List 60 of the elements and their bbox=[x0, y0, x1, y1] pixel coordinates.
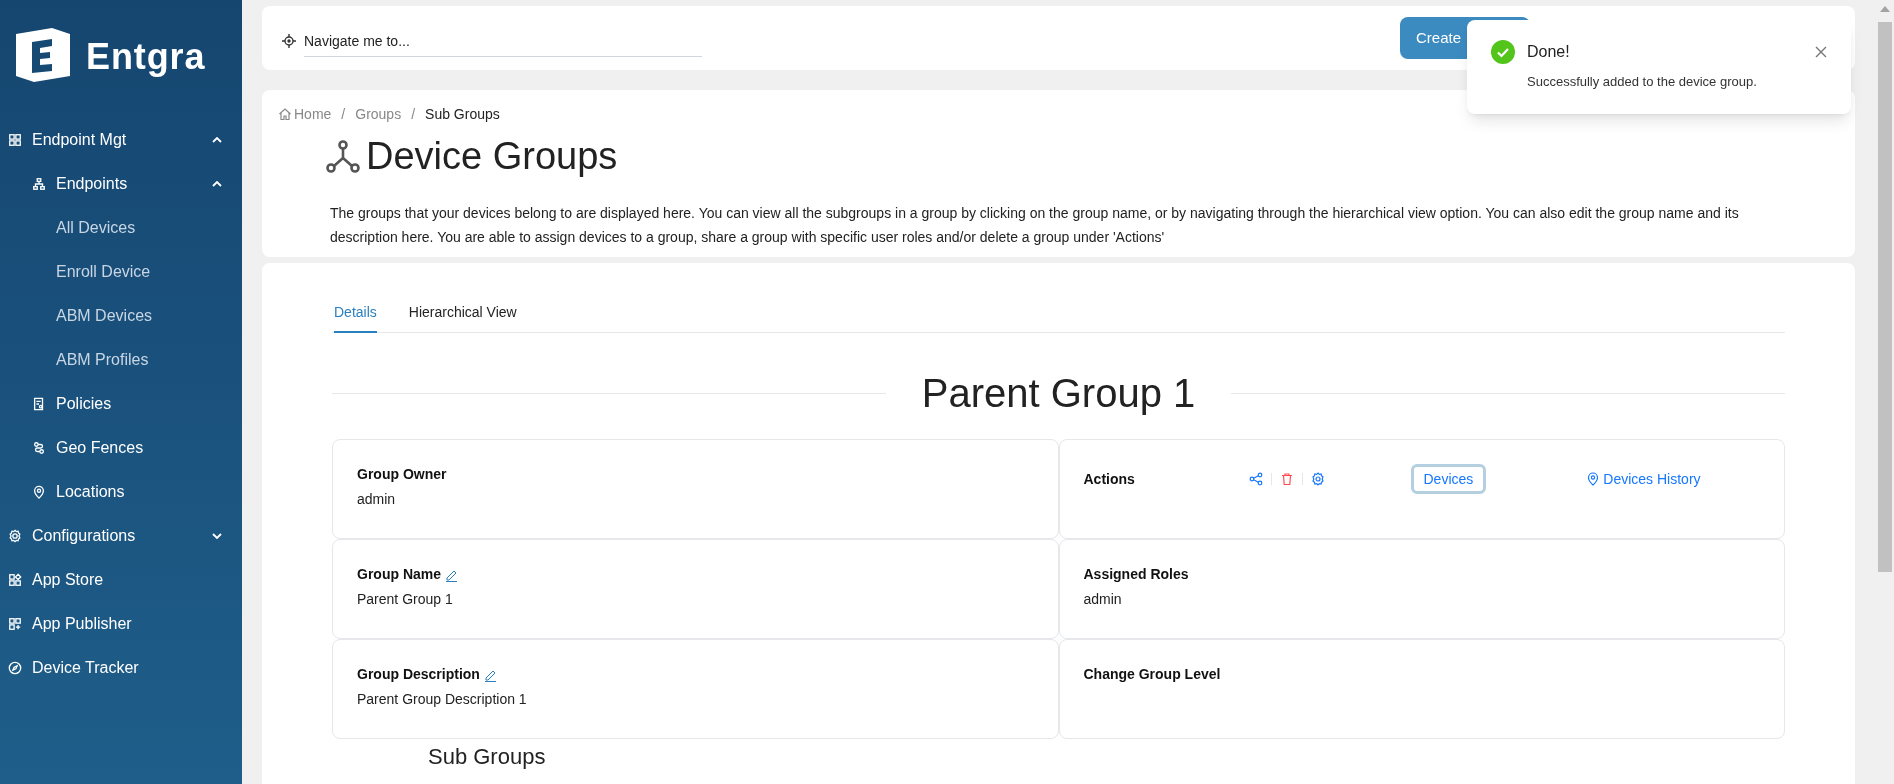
tab[interactable]: Details bbox=[334, 293, 377, 333]
sidebar-item[interactable]: ABM Devices bbox=[0, 294, 242, 338]
detail-value: admin bbox=[1083, 590, 1123, 609]
detail-label: Group Owner bbox=[357, 465, 447, 484]
sidebar-item[interactable]: ABM Profiles bbox=[0, 338, 242, 382]
location-pin-icon bbox=[1587, 472, 1600, 486]
navigate-field[interactable]: Navigate me to... bbox=[304, 25, 702, 57]
sidebar-item[interactable]: App Store bbox=[0, 558, 242, 602]
document-icon bbox=[32, 397, 46, 411]
crosshair-icon bbox=[282, 34, 296, 48]
brand-name: Entgra bbox=[86, 35, 206, 79]
home-icon bbox=[278, 107, 292, 121]
hub-icon bbox=[326, 139, 360, 174]
route-icon bbox=[32, 441, 46, 455]
breadcrumb-current: Sub Groups bbox=[425, 104, 500, 124]
group-title: Parent Group 1 bbox=[920, 370, 1197, 417]
breadcrumb-separator: / bbox=[411, 104, 416, 124]
link[interactable]: Devices bbox=[1410, 464, 1487, 494]
apps-add-icon bbox=[8, 617, 22, 631]
detail-label: Group Name bbox=[357, 565, 441, 584]
sidebar-item[interactable]: Device Tracker bbox=[0, 646, 242, 690]
sidebar-item[interactable]: Endpoint Mgt bbox=[0, 118, 242, 162]
network-icon bbox=[32, 177, 46, 191]
scroll-up-icon bbox=[1880, 6, 1890, 12]
sidebar-item[interactable]: Policies bbox=[0, 382, 242, 426]
compass-icon bbox=[8, 661, 22, 675]
page-description: The groups that your devices belong to are displayed here. You can view all the subgroups in a group by clicking on the group name, or by navigating through the hierarchical view option. You can also edit the group name and its description here. You are able to assign devices to a group, share a group with specific user roles and/or delete a group under 'Actions' bbox=[329, 204, 1740, 247]
share-icon[interactable] bbox=[1248, 472, 1263, 486]
sidebar-item[interactable]: Endpoints bbox=[0, 162, 242, 206]
sidebar-item[interactable]: Geo Fences bbox=[0, 426, 242, 470]
apps-icon bbox=[8, 573, 22, 587]
sidebar-item[interactable]: Enroll Device bbox=[0, 250, 242, 294]
breadcrumb-separator: / bbox=[341, 104, 346, 124]
section-heading: Sub Groups bbox=[428, 745, 547, 769]
detail-label: Assigned Roles bbox=[1083, 565, 1189, 584]
detail-value: Parent Group Description 1 bbox=[357, 690, 528, 709]
gear-icon bbox=[8, 529, 22, 543]
sidebar-item[interactable]: App Publisher bbox=[0, 602, 242, 646]
page-title: Device Groups bbox=[366, 134, 618, 179]
trash-icon[interactable] bbox=[1279, 472, 1294, 486]
sidebar-item[interactable]: Locations bbox=[0, 470, 242, 514]
toast-message: Successfully added to the device group. bbox=[1526, 73, 1758, 91]
scroll-thumb[interactable] bbox=[1878, 22, 1892, 572]
sidebar-item[interactable]: All Devices bbox=[0, 206, 242, 250]
detail-value: admin bbox=[357, 490, 397, 509]
detail-label: Change Group Level bbox=[1083, 665, 1221, 684]
detail-label: Group Description bbox=[357, 665, 480, 684]
link[interactable]: Devices History bbox=[1574, 464, 1714, 494]
grid-icon bbox=[8, 133, 22, 147]
check-circle-icon bbox=[1491, 40, 1515, 64]
tab[interactable]: Hierarchical View bbox=[408, 293, 517, 333]
detail-label: Actions bbox=[1083, 469, 1136, 489]
location-pin-icon bbox=[32, 485, 46, 499]
gear-icon[interactable] bbox=[1310, 472, 1325, 486]
close-icon[interactable] bbox=[1815, 46, 1827, 58]
breadcrumb-link[interactable]: Home bbox=[278, 103, 332, 125]
sidebar-item[interactable]: Configurations bbox=[0, 514, 242, 558]
toast-title: Done! bbox=[1527, 42, 1571, 62]
breadcrumb-link[interactable]: Groups bbox=[355, 103, 402, 125]
detail-value: Parent Group 1 bbox=[357, 590, 454, 609]
